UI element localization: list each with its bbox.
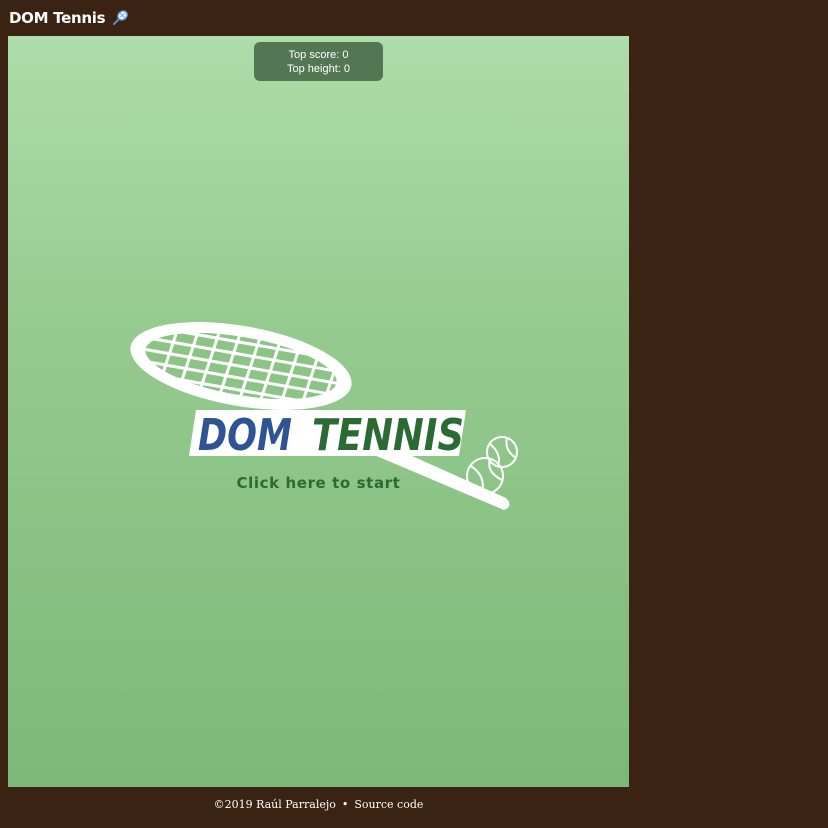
source-code-link[interactable]: Source code	[354, 798, 423, 811]
tennis-racket-icon	[111, 9, 129, 27]
game-logo: DOM TENNIS	[125, 307, 526, 525]
scoreboard: Top score: 0 Top height: 0	[254, 42, 383, 81]
logo-word-dom: DOM	[198, 410, 292, 461]
game-court[interactable]: Top score: 0 Top height: 0 DOM TENNIS Cl…	[8, 36, 629, 787]
footer-separator: •	[341, 798, 349, 811]
top-height: Top height: 0	[287, 62, 350, 75]
start-button[interactable]: Click here to start	[8, 474, 629, 492]
header: DOM Tennis	[9, 6, 129, 30]
logo-word-tennis: TENNIS	[312, 410, 464, 461]
footer: ©2019 Raúl Parralejo • Source code	[8, 798, 629, 811]
app-title: DOM Tennis	[9, 9, 106, 27]
top-score: Top score: 0	[288, 48, 349, 61]
copyright-text: ©2019 Raúl Parralejo	[213, 798, 336, 811]
